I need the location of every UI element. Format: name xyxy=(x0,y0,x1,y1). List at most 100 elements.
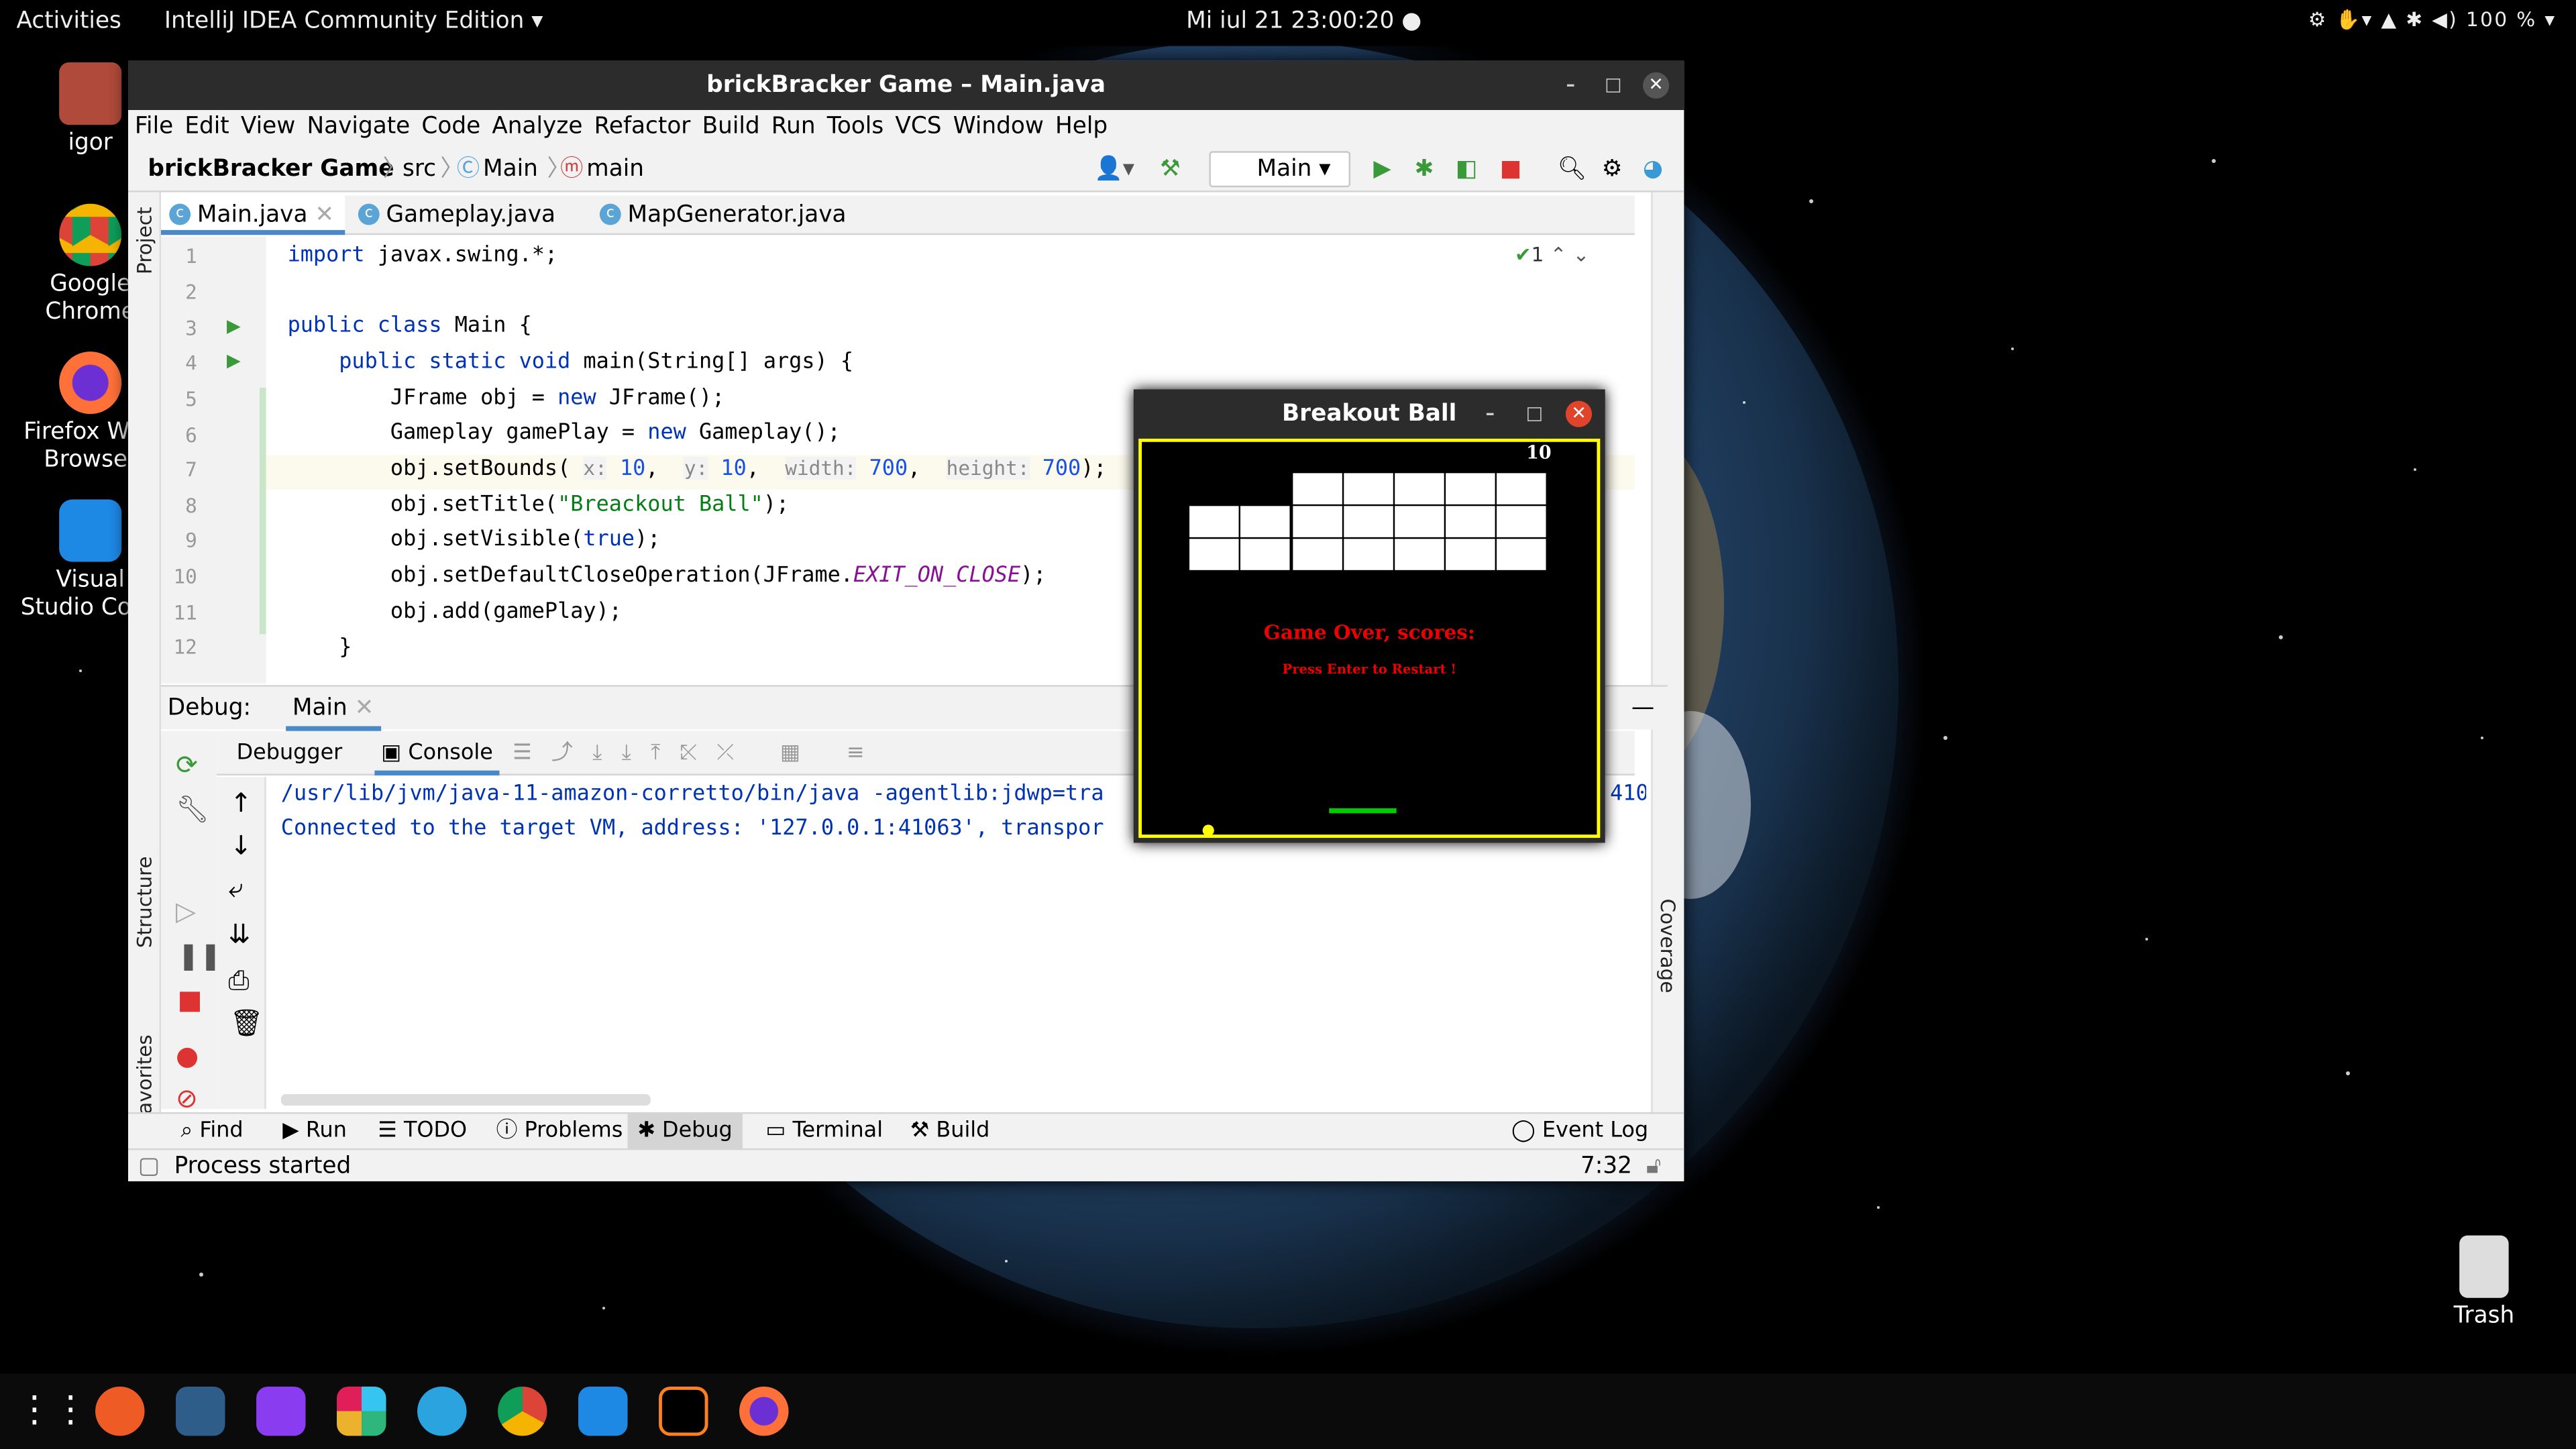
game-title-bar[interactable]: Breakout Ball – □ ✕ xyxy=(1134,389,1605,438)
menu-help[interactable]: Help xyxy=(1049,110,1112,140)
close-tab-icon[interactable]: ✕ xyxy=(315,202,334,228)
todo-tab[interactable]: ☰ TODO xyxy=(368,1114,477,1150)
slack-icon[interactable] xyxy=(337,1386,386,1436)
scroll-end-icon[interactable]: ⇊ xyxy=(228,918,250,950)
terminal-tab[interactable]: ▭ Terminal xyxy=(756,1114,893,1150)
tab-main-java[interactable]: c Main.java ✕ xyxy=(161,195,345,235)
run-gutter-icon[interactable]: ▶ xyxy=(227,350,241,372)
breakpoints-icon[interactable]: ● xyxy=(176,1040,199,1071)
event-log-tab[interactable]: ◯ Event Log xyxy=(1501,1114,1658,1150)
app-menu[interactable]: IntelliJ IDEA Community Edition ▾ xyxy=(164,8,543,34)
editor-gutter[interactable]: 1 2 3 4 5 6 7 8 9 10 11 12 ▶ ▶ ● xyxy=(161,236,311,684)
lock-icon[interactable]: 🔓︎ xyxy=(1646,1150,1661,1183)
problems-tab[interactable]: ⓘ Problems xyxy=(486,1114,633,1150)
console-tab[interactable]: ▣ Console xyxy=(374,731,500,775)
window-title-bar[interactable]: brickBracker Game – Main.java – □ ✕ xyxy=(128,60,1684,111)
user-icon[interactable]: 👤▾ xyxy=(1094,146,1134,193)
run-tab[interactable]: ▶ Run xyxy=(273,1114,357,1150)
menu-view[interactable]: View xyxy=(234,110,301,140)
resume-icon[interactable]: ▷ xyxy=(176,896,196,927)
code-line: public class Main { xyxy=(287,313,532,339)
maximize-button[interactable]: □ xyxy=(1600,72,1626,99)
settings-wrench-icon[interactable]: 🔧︎ xyxy=(176,794,209,825)
run-config-select[interactable]: Main ▾ xyxy=(1209,151,1351,188)
brick xyxy=(1395,473,1444,504)
menu-build[interactable]: Build xyxy=(696,110,765,140)
menu-code[interactable]: Code xyxy=(415,110,486,140)
menu-refactor[interactable]: Refactor xyxy=(588,110,696,140)
update-icon[interactable]: ◕ xyxy=(1643,146,1663,193)
close-button[interactable]: ✕ xyxy=(1565,400,1593,427)
soft-wrap-icon[interactable]: ⤶ xyxy=(228,872,243,905)
coverage-tool-tab[interactable]: Coverage xyxy=(1656,899,1679,994)
horizontal-scrollbar[interactable] xyxy=(280,1094,651,1106)
step-icons[interactable]: ☰⤴⤓⤓⤒⤪⤫ ▦ ≡ xyxy=(513,731,884,775)
activities-button[interactable]: Activities xyxy=(16,8,121,34)
menu-vcs[interactable]: VCS xyxy=(889,110,947,140)
menu-run[interactable]: Run xyxy=(765,110,820,140)
inspection-widget[interactable]: ✔1 ⌃ ⌄ xyxy=(1515,243,1589,266)
trash-icon[interactable]: 🗑︎ xyxy=(230,1007,264,1038)
menu-edit[interactable]: Edit xyxy=(178,110,235,140)
up-arrow-icon[interactable]: ↑ xyxy=(230,787,252,818)
telegram-icon[interactable] xyxy=(417,1386,467,1436)
clock[interactable]: Mi iul 21 23:00:20 ● xyxy=(1186,8,1421,34)
desktop-icon-trash[interactable]: Trash xyxy=(2410,1235,2558,1331)
rerun-icon[interactable]: ⟳ xyxy=(176,749,198,781)
breadcrumb-method[interactable]: main xyxy=(586,146,644,193)
menu-file[interactable]: File xyxy=(128,110,178,140)
breadcrumb-project[interactable]: brickBracker Game xyxy=(148,146,394,193)
game-field[interactable]: 10 Game Over, scores: Press Enter to Res… xyxy=(1138,438,1601,838)
mute-breakpoints-icon[interactable]: ⊘ xyxy=(176,1083,198,1114)
cursor-position[interactable]: 7:32 xyxy=(1580,1150,1632,1183)
show-apps-icon[interactable]: ⋮⋮ xyxy=(16,1387,89,1436)
phpstorm-icon[interactable] xyxy=(256,1386,306,1436)
search-icon[interactable]: 🔍︎ xyxy=(1558,146,1587,193)
debug-session-tab[interactable]: Main ✕ xyxy=(286,687,381,731)
find-tab[interactable]: ⌕ Find xyxy=(171,1114,254,1150)
menu-navigate[interactable]: Navigate xyxy=(301,110,415,140)
debug-icon[interactable]: ✱ xyxy=(1415,146,1434,193)
tab-mapgenerator-java[interactable]: cMapGenerator.java ✕ xyxy=(592,195,871,268)
chrome-dock-icon[interactable] xyxy=(498,1386,547,1436)
build-hammer-icon[interactable]: ⚒ xyxy=(1160,146,1181,193)
minimize-button[interactable]: – xyxy=(1558,72,1584,99)
stop-icon[interactable]: ■ xyxy=(1500,146,1521,193)
vscode-dock-icon[interactable] xyxy=(578,1386,628,1436)
coverage-icon[interactable]: ◧ xyxy=(1456,146,1477,193)
line-number: 1 xyxy=(185,244,197,268)
vscode-icon xyxy=(59,499,122,562)
tab-gameplay-java[interactable]: cGameplay.java ✕ xyxy=(350,195,580,268)
build-tab[interactable]: ⚒ Build xyxy=(900,1114,1000,1150)
debugger-tab[interactable]: Debugger xyxy=(237,731,343,775)
maximize-button[interactable]: □ xyxy=(1521,401,1548,427)
intellij-dock-icon[interactable] xyxy=(659,1386,708,1436)
chrome-icon xyxy=(59,203,122,266)
print-icon[interactable]: ⎙ xyxy=(228,965,249,998)
system-tray[interactable]: ⚙ ✋▾ ▲ ✱ ◀) 100 % ▾ xyxy=(2308,8,2557,31)
firefox-dock-icon[interactable] xyxy=(739,1386,789,1436)
status-panel-icon[interactable]: ▢ xyxy=(138,1150,160,1183)
line-number: 10 xyxy=(173,565,197,588)
favorites-tool-tab[interactable]: Favorites xyxy=(133,1034,156,1124)
project-tool-tab[interactable]: Project xyxy=(133,207,156,274)
gear-icon[interactable]: ⚙ xyxy=(1602,146,1623,193)
close-tab-icon[interactable]: ✕ xyxy=(355,695,374,721)
stop-icon[interactable]: ■ xyxy=(177,984,202,1016)
structure-tool-tab[interactable]: Structure xyxy=(133,856,156,948)
run-gutter-icon[interactable]: ▶ xyxy=(227,315,241,337)
run-icon[interactable]: ▶ xyxy=(1373,146,1391,193)
breadcrumb-class[interactable]: Main xyxy=(483,146,538,193)
debug-tab[interactable]: ✱ Debug xyxy=(627,1114,743,1150)
down-arrow-icon[interactable]: ↓ xyxy=(230,830,252,861)
minimize-button[interactable]: – xyxy=(1477,401,1503,427)
pause-icon[interactable]: ❚❚ xyxy=(177,940,221,971)
minimize-panel-icon[interactable]: — xyxy=(1631,687,1654,731)
breadcrumb-src[interactable]: src xyxy=(402,146,436,193)
menu-tools[interactable]: Tools xyxy=(820,110,889,140)
postman-icon[interactable] xyxy=(95,1386,145,1436)
mysql-workbench-icon[interactable] xyxy=(176,1386,225,1436)
menu-window[interactable]: Window xyxy=(947,110,1049,140)
menu-analyze[interactable]: Analyze xyxy=(486,110,588,140)
close-button[interactable]: ✕ xyxy=(1643,72,1670,99)
